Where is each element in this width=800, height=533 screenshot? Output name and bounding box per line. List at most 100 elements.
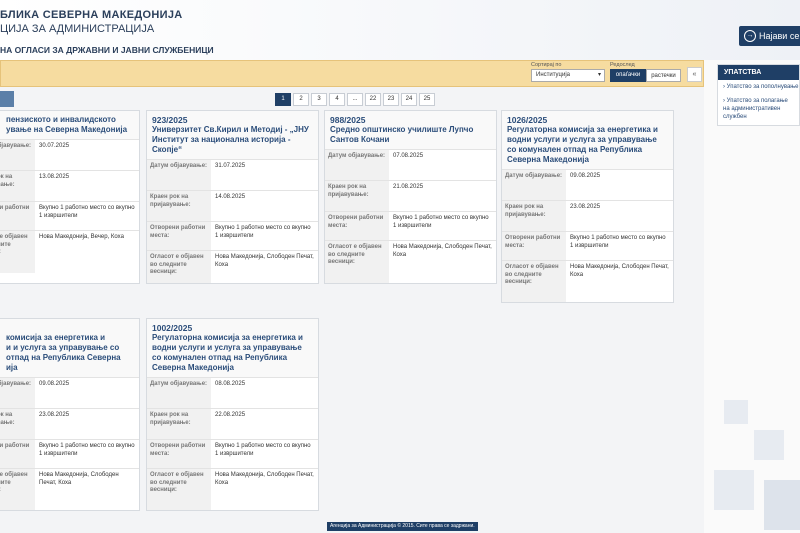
card-title[interactable]: Регулаторна комисија за енергетика и вод… (507, 125, 668, 165)
deadline-label: Краен рок на пријавување: (0, 171, 35, 201)
job-card[interactable]: 1026/2025 Регулаторна комисија за енерге… (501, 110, 674, 303)
published-value: 08.08.2025 (215, 381, 246, 387)
deadline-label: Краен рок на пријавување: (147, 409, 211, 439)
published-value: 30.07.2025 (39, 143, 70, 149)
job-card[interactable]: 1002/2025 Регулаторна комисија за енерге… (146, 318, 319, 511)
sort-label: Сортирај по (531, 62, 562, 68)
instruction-link-label: Упатство за полагање на административен … (723, 98, 788, 120)
header: БЛИКА СЕВЕРНА МАКЕДОНИЈА ЦИЈА ЗА АДМИНИС… (0, 0, 800, 60)
right-column (704, 60, 800, 533)
login-button[interactable]: → Најави се (739, 26, 800, 46)
agency-title-line2: ЦИЈА ЗА АДМИНИСТРАЦИЈА (0, 23, 155, 35)
published-value: 07.08.2025 (393, 153, 424, 159)
filter-bar: Сортирај по Институција ▾ Редослед опаѓа… (0, 60, 704, 87)
newspapers-label: Огласот е објавен во следните весници: (0, 231, 35, 273)
positions-label: Отворени работни места: (502, 232, 566, 260)
job-card[interactable]: 923/2025 Универзитет Св.Кирил и Методиј … (146, 110, 319, 284)
published-label: Датум објавување: (147, 160, 211, 190)
login-arrow-icon: → (744, 30, 756, 42)
deadline-label: Краен рок на пријавување: (325, 181, 389, 211)
page-22[interactable]: 22 (365, 93, 381, 106)
card-title[interactable]: Средно општинско училиште Лупчо Сантов К… (330, 125, 491, 145)
positions-value: Вкупно 1 работно место со вкупно 1 изврш… (39, 205, 135, 219)
deadline-value: 23.08.2025 (570, 204, 601, 210)
newspapers-value: Нова Македонија, Слободен Печат, Коха (393, 244, 492, 258)
footer-copyright: Агенција за Администрација © 2015. Сите … (327, 522, 478, 531)
card-title[interactable]: Универзитет Св.Кирил и Методиј - „ЈНУ Ин… (152, 125, 313, 155)
newspapers-label: Огласот е објавен во следните весници: (147, 469, 211, 510)
newspapers-label: Огласот е објавен во следните весници: (502, 261, 566, 302)
instruction-link-fill[interactable]: › Упатство за пополнување (718, 80, 799, 94)
page-ellipsis: ... (347, 93, 363, 106)
published-label: Датум објавување: (147, 378, 211, 408)
page-3[interactable]: 3 (311, 93, 327, 106)
page-24[interactable]: 24 (401, 93, 417, 106)
sort-value: Институција (536, 72, 570, 78)
job-card[interactable]: пензиското и инвалидското ување на Север… (0, 110, 140, 284)
order-desc-button[interactable]: опаѓачки (610, 69, 646, 82)
deadline-value: 22.08.2025 (215, 412, 246, 418)
deadline-label: Краен рок на пријавување: (0, 409, 35, 439)
instruction-link-exam[interactable]: › Упатство за полагање на административе… (718, 94, 799, 124)
page-1[interactable]: 1 (275, 93, 291, 106)
page-25[interactable]: 25 (419, 93, 435, 106)
instructions-panel: УПАТСТВА › Упатство за пополнување › Упа… (717, 64, 800, 126)
card-number: 1002/2025 (152, 323, 193, 333)
published-value: 09.08.2025 (570, 173, 601, 179)
collapse-icon[interactable]: « (687, 67, 702, 82)
deadline-label: Краен рок на пријавување: (147, 191, 211, 221)
instructions-heading: УПАТСТВА (718, 65, 799, 80)
positions-label: Отворени работни места: (147, 222, 211, 250)
card-number: 988/2025 (330, 115, 366, 125)
newspapers-value: Нова Македонија, Слободен Печат, Коха (215, 472, 314, 486)
pagination: 1 2 3 4 ... 22 23 24 25 (275, 93, 437, 106)
newspapers-label: Огласот е објавен во следните весници: (147, 251, 211, 283)
page-2[interactable]: 2 (293, 93, 309, 106)
published-value: 31.07.2025 (215, 163, 246, 169)
job-card[interactable]: 025 комисија за енергетика и и и услуга … (0, 318, 140, 511)
newspapers-label: Огласот е објавен во следните весници: (325, 241, 389, 283)
newspapers-label: Огласот е објавен во следните весници: (0, 469, 35, 510)
agency-title-line1: БЛИКА СЕВЕРНА МАКЕДОНИЈА (0, 9, 183, 21)
instruction-link-label: Упатство за пополнување (726, 84, 799, 90)
positions-value: Вкупно 1 работно место со вкупно 1 изврш… (570, 235, 666, 249)
positions-label: Отворени работни места: (147, 440, 211, 468)
deadline-value: 13.08.2025 (39, 174, 70, 180)
deadline-value: 21.08.2025 (393, 184, 424, 190)
published-label: Датум објавување: (0, 140, 35, 170)
card-number: 025 (0, 323, 134, 333)
card-title[interactable]: комисија за енергетика и и и услуга за у… (0, 333, 134, 373)
published-label: Датум објавување: (0, 378, 35, 408)
positions-value: Вкупно 1 работно место со вкупно 1 изврш… (39, 443, 135, 457)
newspapers-value: Нова Македонија, Вечер, Коха (39, 234, 124, 240)
job-card[interactable]: 988/2025 Средно општинско училиште Лупчо… (324, 110, 497, 284)
positions-label: Отворени работни места: (0, 440, 35, 468)
login-label: Најави се (759, 31, 800, 41)
card-title[interactable]: пензиското и инвалидското ување на Север… (0, 115, 134, 135)
card-title[interactable]: Регулаторна комисија за енергетика и вод… (152, 333, 313, 373)
positions-value: Вкупно 1 работно место со вкупно 1 изврш… (215, 443, 311, 457)
chevron-down-icon: ▾ (597, 72, 601, 78)
deadline-value: 23.08.2025 (39, 412, 70, 418)
order-asc-button[interactable]: растечки (646, 69, 681, 82)
card-number: 923/2025 (152, 115, 188, 125)
portal-subtitle: НА ОГЛАСИ ЗА ДРЖАВНИ И ЈАВНИ СЛУЖБЕНИЦИ (0, 45, 214, 55)
positions-label: Отворени работни места: (325, 212, 389, 240)
side-tab[interactable] (0, 91, 14, 107)
published-label: Датум објавување: (502, 170, 566, 200)
deadline-value: 14.08.2025 (215, 194, 246, 200)
page-4[interactable]: 4 (329, 93, 345, 106)
positions-value: Вкупно 1 работно место со вкупно 1 изврш… (393, 215, 489, 229)
page-23[interactable]: 23 (383, 93, 399, 106)
newspapers-value: Нова Македонија, Слободен Печат, Коха (39, 472, 119, 486)
positions-label: Отворени работни места: (0, 202, 35, 230)
published-value: 09.08.2025 (39, 381, 70, 387)
newspapers-value: Нова Македонија, Слободен Печат, Коха (215, 254, 314, 268)
sort-select[interactable]: Институција ▾ (531, 69, 605, 82)
published-label: Датум објавување: (325, 150, 389, 180)
order-label: Редослед (610, 62, 635, 68)
card-number: 1026/2025 (507, 115, 548, 125)
deadline-label: Краен рок на пријавување: (502, 201, 566, 231)
newspapers-value: Нова Македонија, Слободен Печат, Коха (570, 264, 669, 278)
positions-value: Вкупно 1 работно место со вкупно 1 изврш… (215, 225, 311, 239)
